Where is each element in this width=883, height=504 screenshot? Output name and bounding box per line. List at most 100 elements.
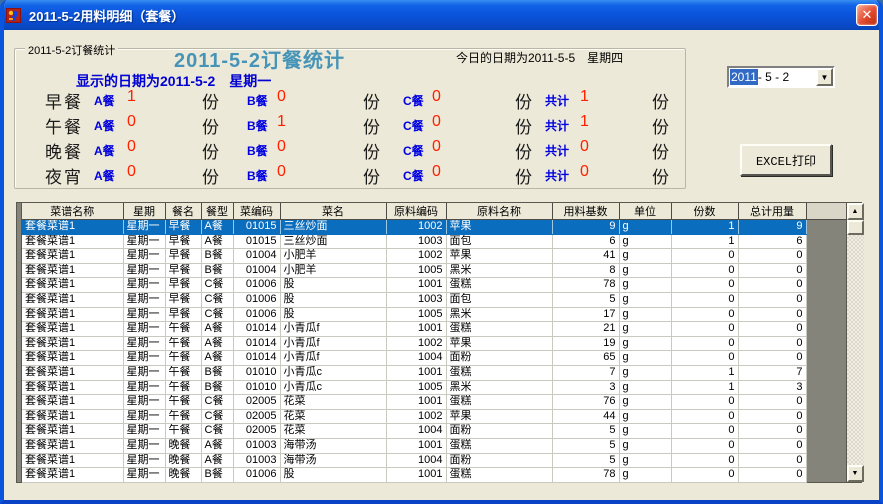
table-cell[interactable]: 黑米 xyxy=(446,263,552,278)
table-row[interactable]: 套餐菜谱1星期一午餐A餐01014小青瓜f1004面粉65g00 xyxy=(22,351,806,366)
table-cell[interactable]: g xyxy=(619,351,671,366)
table-cell[interactable]: 星期一 xyxy=(123,380,165,395)
table-cell[interactable]: 小青瓜c xyxy=(280,380,386,395)
column-header[interactable]: 原料名称 xyxy=(446,203,552,220)
table-cell[interactable]: g xyxy=(619,395,671,410)
table-cell[interactable]: 0 xyxy=(738,322,806,337)
table-cell[interactable]: 午餐 xyxy=(165,336,201,351)
column-header[interactable]: 单位 xyxy=(619,203,671,220)
table-cell[interactable]: 星期一 xyxy=(123,278,165,293)
table-cell[interactable]: C餐 xyxy=(201,292,233,307)
table-cell[interactable]: 0 xyxy=(738,424,806,439)
table-cell[interactable]: 蛋糕 xyxy=(446,365,552,380)
table-cell[interactable]: 蛋糕 xyxy=(446,395,552,410)
table-cell[interactable]: 早餐 xyxy=(165,263,201,278)
table-row[interactable]: 套餐菜谱1星期一午餐A餐01014小青瓜f1002苹果19g00 xyxy=(22,336,806,351)
table-cell[interactable]: 小青瓜f xyxy=(280,322,386,337)
table-cell[interactable]: 1005 xyxy=(386,380,446,395)
table-cell[interactable]: 星期一 xyxy=(123,249,165,264)
table-cell[interactable]: 1001 xyxy=(386,278,446,293)
close-button[interactable]: ✕ xyxy=(856,4,878,26)
table-cell[interactable]: 0 xyxy=(671,249,738,264)
table-row[interactable]: 套餐菜谱1星期一午餐C餐02005花菜1001蛋糕76g00 xyxy=(22,395,806,410)
table-cell[interactable]: 星期一 xyxy=(123,307,165,322)
table-cell[interactable]: B餐 xyxy=(201,380,233,395)
table-cell[interactable]: 套餐菜谱1 xyxy=(22,468,123,483)
table-cell[interactable]: 9 xyxy=(552,220,619,235)
table-cell[interactable]: g xyxy=(619,322,671,337)
table-cell[interactable]: 午餐 xyxy=(165,409,201,424)
table-cell[interactable]: 套餐菜谱1 xyxy=(22,424,123,439)
table-cell[interactable]: 晚餐 xyxy=(165,453,201,468)
titlebar[interactable]: 2011-5-2用料明细（套餐） ✕ xyxy=(0,0,883,30)
table-cell[interactable]: B餐 xyxy=(201,365,233,380)
table-cell[interactable]: 套餐菜谱1 xyxy=(22,395,123,410)
table-cell[interactable]: 苹果 xyxy=(446,220,552,235)
table-cell[interactable]: 01014 xyxy=(233,336,280,351)
table-cell[interactable]: 1002 xyxy=(386,336,446,351)
column-header[interactable]: 原料编码 xyxy=(386,203,446,220)
table-cell[interactable]: 0 xyxy=(671,336,738,351)
table-cell[interactable]: g xyxy=(619,307,671,322)
table-cell[interactable]: 早餐 xyxy=(165,278,201,293)
column-header[interactable]: 餐名 xyxy=(165,203,201,220)
table-cell[interactable]: 21 xyxy=(552,322,619,337)
column-header[interactable]: 份数 xyxy=(671,203,738,220)
table-cell[interactable]: 股 xyxy=(280,468,386,483)
table-cell[interactable]: 花菜 xyxy=(280,395,386,410)
table-cell[interactable]: 星期一 xyxy=(123,322,165,337)
table-row[interactable]: 套餐菜谱1星期一晚餐B餐01006股1001蛋糕78g00 xyxy=(22,468,806,483)
column-header[interactable]: 星期 xyxy=(123,203,165,220)
table-cell[interactable]: 1002 xyxy=(386,249,446,264)
table-cell[interactable]: 1003 xyxy=(386,292,446,307)
scroll-up-icon[interactable]: ▲ xyxy=(847,203,864,220)
table-cell[interactable]: 午餐 xyxy=(165,351,201,366)
table-cell[interactable]: 1005 xyxy=(386,263,446,278)
table-cell[interactable]: 76 xyxy=(552,395,619,410)
table-row[interactable]: 套餐菜谱1星期一早餐B餐01004小肥羊1002苹果41g00 xyxy=(22,249,806,264)
table-cell[interactable]: 苹果 xyxy=(446,336,552,351)
table-row[interactable]: 套餐菜谱1星期一午餐A餐01014小青瓜f1001蛋糕21g00 xyxy=(22,322,806,337)
table-cell[interactable]: 1 xyxy=(671,380,738,395)
table-cell[interactable]: 星期一 xyxy=(123,453,165,468)
table-row[interactable]: 套餐菜谱1星期一早餐A餐01015三丝炒面1003面包6g16 xyxy=(22,234,806,249)
table-cell[interactable]: 股 xyxy=(280,307,386,322)
table-cell[interactable]: 午餐 xyxy=(165,365,201,380)
table-cell[interactable]: 78 xyxy=(552,468,619,483)
table-cell[interactable]: 小青瓜f xyxy=(280,351,386,366)
table-cell[interactable]: 0 xyxy=(738,249,806,264)
table-cell[interactable]: 5 xyxy=(552,453,619,468)
scroll-down-icon[interactable]: ▼ xyxy=(847,465,864,482)
table-row[interactable]: 套餐菜谱1星期一午餐B餐01010小青瓜c1005黑米3g13 xyxy=(22,380,806,395)
table-cell[interactable]: g xyxy=(619,468,671,483)
vertical-scrollbar[interactable]: ▲ ▼ xyxy=(847,203,864,482)
table-cell[interactable]: 套餐菜谱1 xyxy=(22,278,123,293)
table-cell[interactable]: B餐 xyxy=(201,263,233,278)
table-cell[interactable]: 1002 xyxy=(386,220,446,235)
table-cell[interactable]: 5 xyxy=(552,292,619,307)
table-cell[interactable]: 0 xyxy=(671,263,738,278)
table-cell[interactable]: 01006 xyxy=(233,307,280,322)
table-cell[interactable]: 1001 xyxy=(386,395,446,410)
table-cell[interactable]: 套餐菜谱1 xyxy=(22,365,123,380)
table-cell[interactable]: 0 xyxy=(738,409,806,424)
table-cell[interactable]: g xyxy=(619,336,671,351)
table-cell[interactable]: 星期一 xyxy=(123,336,165,351)
table-cell[interactable]: 早餐 xyxy=(165,220,201,235)
table-cell[interactable]: g xyxy=(619,263,671,278)
table-row[interactable]: 套餐菜谱1星期一早餐C餐01006股1001蛋糕78g00 xyxy=(22,278,806,293)
table-cell[interactable]: 套餐菜谱1 xyxy=(22,234,123,249)
table-cell[interactable]: g xyxy=(619,220,671,235)
table-cell[interactable]: 44 xyxy=(552,409,619,424)
table-cell[interactable]: 晚餐 xyxy=(165,438,201,453)
table-cell[interactable]: g xyxy=(619,409,671,424)
table-cell[interactable]: 02005 xyxy=(233,424,280,439)
table-cell[interactable]: 5 xyxy=(552,438,619,453)
table-cell[interactable]: 0 xyxy=(671,453,738,468)
table-cell[interactable]: 0 xyxy=(671,424,738,439)
table-cell[interactable]: 套餐菜谱1 xyxy=(22,307,123,322)
table-cell[interactable]: 01003 xyxy=(233,453,280,468)
table-cell[interactable]: 三丝炒面 xyxy=(280,234,386,249)
table-cell[interactable]: 蛋糕 xyxy=(446,322,552,337)
table-cell[interactable]: 海带汤 xyxy=(280,438,386,453)
